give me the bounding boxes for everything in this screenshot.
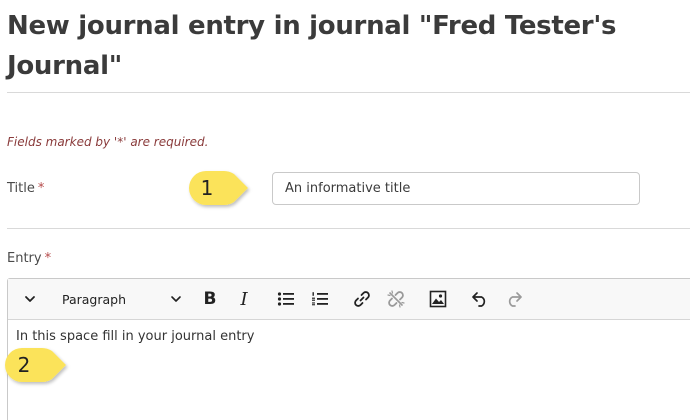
link-icon <box>354 291 370 307</box>
entry-editor-content[interactable]: In this space fill in your journal entry <box>16 329 254 344</box>
italic-icon: I <box>240 288 248 310</box>
callout-2: 2 <box>0 347 68 387</box>
callout-1-number: 1 <box>200 176 214 200</box>
numbered-list-button[interactable] <box>308 287 332 311</box>
bullet-list-button[interactable] <box>274 287 298 311</box>
unlink-icon <box>387 290 405 308</box>
form-divider <box>7 228 690 229</box>
entry-label-text: Entry <box>7 251 42 266</box>
bold-button[interactable]: B <box>198 287 222 311</box>
journal-entry-page: New journal entry in journal "Fred Teste… <box>0 0 690 420</box>
required-fields-note: Fields marked by '*' are required. <box>7 135 209 149</box>
block-format-select[interactable]: Paragraph <box>58 287 186 311</box>
redo-icon <box>508 292 522 307</box>
entry-editor: Paragraph B I In this space fill in your… <box>7 278 690 420</box>
block-format-value: Paragraph <box>62 291 127 307</box>
undo-icon <box>472 292 486 307</box>
editor-toolbar: Paragraph B I <box>8 279 690 320</box>
title-label: Title * <box>7 181 44 196</box>
title-required-marker: * <box>37 181 45 196</box>
chevron-down-icon <box>25 296 35 302</box>
callout-1: 1 <box>184 170 250 210</box>
unlink-button[interactable] <box>384 287 408 311</box>
insert-image-button[interactable] <box>426 287 450 311</box>
bold-icon: B <box>203 289 217 309</box>
link-button[interactable] <box>350 287 374 311</box>
page-title: New journal entry in journal "Fred Teste… <box>7 11 617 81</box>
title-input[interactable] <box>272 172 640 205</box>
callout-2-number: 2 <box>17 353 31 377</box>
title-label-text: Title <box>7 181 35 196</box>
redo-button[interactable] <box>502 287 526 311</box>
title-divider <box>7 92 690 93</box>
undo-button[interactable] <box>468 287 492 311</box>
bullet-list-icon <box>277 292 294 306</box>
image-icon <box>429 290 447 308</box>
italic-button[interactable]: I <box>232 287 256 311</box>
entry-required-marker: * <box>44 251 52 266</box>
entry-label: Entry * <box>7 251 51 266</box>
numbered-list-icon <box>312 292 328 306</box>
chevron-down-icon <box>171 296 181 302</box>
collapse-toolbar-button[interactable] <box>18 287 42 311</box>
